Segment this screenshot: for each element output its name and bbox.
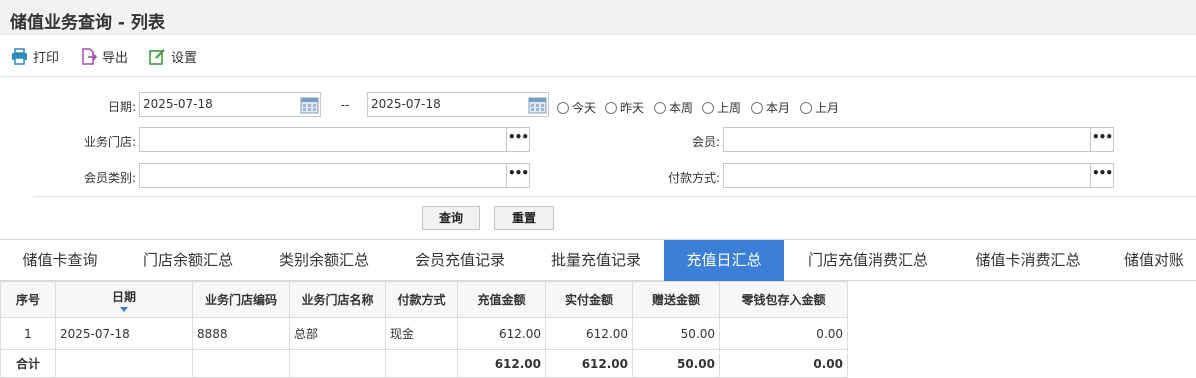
radio-circle[interactable] (751, 101, 763, 114)
total-bonus: 50.00 (632, 349, 720, 378)
radio-circle[interactable] (557, 101, 569, 114)
tab-daily-recharge[interactable]: 充值日汇总 (664, 240, 784, 281)
member-type-label: 会员类别: (83, 171, 136, 185)
radio-circle[interactable] (702, 101, 714, 114)
print-button[interactable]: 打印 (11, 46, 59, 66)
col-store-name: 业务门店名称 (289, 281, 386, 318)
total-cell (192, 349, 290, 378)
radio-label: 上周 (717, 101, 742, 115)
cell-paid: 612.00 (545, 317, 633, 350)
radio-today[interactable]: 今天 (557, 99, 596, 116)
total-cell (55, 349, 193, 378)
divider (34, 196, 1196, 197)
tab-card-query[interactable]: 储值卡查询 (0, 240, 120, 281)
data-table: 序号 日期 业务门店编码 业务门店名称 付款方式 充值金额 实付金额 赠送金额 … (0, 281, 848, 378)
radio-label: 本周 (669, 101, 694, 115)
col-index: 序号 (0, 281, 56, 318)
radio-label: 今天 (572, 101, 597, 115)
member-field[interactable]: ••• (723, 127, 1114, 152)
tab-reconciliation[interactable]: 储值对账 (1104, 240, 1196, 281)
radio-label: 昨天 (620, 101, 645, 115)
settings-label: 设置 (171, 50, 198, 66)
cell-wallet: 0.00 (719, 317, 848, 350)
col-store-code: 业务门店编码 (192, 281, 290, 318)
store-label: 业务门店: (83, 135, 136, 149)
calendar-icon[interactable] (300, 95, 319, 114)
radio-circle[interactable] (654, 101, 666, 114)
payment-label: 付款方式: (667, 171, 720, 185)
radio-label: 上月 (815, 101, 840, 115)
table-header-row: 序号 日期 业务门店编码 业务门店名称 付款方式 充值金额 实付金额 赠送金额 … (0, 281, 848, 318)
date-label: 日期: (107, 100, 136, 114)
cell-store-name: 总部 (289, 317, 386, 350)
member-label: 会员: (691, 135, 720, 149)
tab-store-balance[interactable]: 门店余额汇总 (120, 240, 256, 281)
tab-store-recharge-consume[interactable]: 门店充值消费汇总 (784, 240, 952, 281)
query-button[interactable]: 查询 (422, 206, 480, 230)
total-recharge: 612.00 (457, 349, 546, 378)
total-label: 合计 (0, 349, 56, 378)
col-recharge: 充值金额 (457, 281, 546, 318)
cell-date: 2025-07-18 (55, 317, 193, 350)
radio-last-month[interactable]: 上月 (800, 99, 839, 116)
col-payment: 付款方式 (385, 281, 458, 318)
title-bar: 储值业务查询 - 列表 (0, 0, 1196, 35)
table-row[interactable]: 1 2025-07-18 8888 总部 现金 612.00 612.00 50… (0, 317, 848, 350)
payment-field[interactable]: ••• (723, 163, 1114, 188)
radio-last-week[interactable]: 上周 (702, 99, 741, 116)
store-picker-button[interactable]: ••• (506, 128, 529, 151)
page-title: 储值业务查询 - 列表 (10, 13, 165, 33)
radio-yesterday[interactable]: 昨天 (605, 99, 644, 116)
member-type-field[interactable]: ••• (139, 163, 530, 188)
date-to-input[interactable]: 2025-07-18 (367, 92, 549, 117)
cell-payment: 现金 (385, 317, 458, 350)
store-field[interactable]: ••• (139, 127, 530, 152)
col-bonus: 赠送金额 (632, 281, 720, 318)
toolbar: 打印 导出 设置 (0, 35, 1196, 75)
cell-index: 1 (0, 317, 56, 350)
export-icon (82, 47, 97, 65)
export-label: 导出 (102, 50, 129, 66)
settings-button[interactable]: 设置 (149, 46, 197, 66)
member-picker-button[interactable]: ••• (1090, 128, 1113, 151)
radio-this-week[interactable]: 本周 (654, 99, 693, 116)
radio-this-month[interactable]: 本月 (751, 99, 790, 116)
tab-batch-recharge[interactable]: 批量充值记录 (528, 240, 664, 281)
col-wallet: 零钱包存入金额 (719, 281, 848, 318)
print-label: 打印 (33, 50, 60, 66)
date-from-input[interactable]: 2025-07-18 (139, 92, 321, 117)
tab-member-recharge[interactable]: 会员充值记录 (392, 240, 528, 281)
total-cell (385, 349, 458, 378)
total-wallet: 0.00 (719, 349, 848, 378)
table-total-row: 合计 612.00 612.00 50.00 0.00 (0, 349, 848, 378)
tab-bar: 储值卡查询 门店余额汇总 类别余额汇总 会员充值记录 批量充值记录 充值日汇总 … (0, 239, 1196, 281)
reset-button[interactable]: 重置 (494, 206, 554, 230)
cell-store-code: 8888 (192, 317, 290, 350)
cell-recharge: 612.00 (457, 317, 546, 350)
sort-desc-icon (120, 306, 128, 312)
cell-bonus: 50.00 (632, 317, 720, 350)
total-paid: 612.00 (545, 349, 633, 378)
col-paid: 实付金额 (545, 281, 633, 318)
col-date[interactable]: 日期 (55, 281, 193, 318)
calendar-icon[interactable] (528, 95, 547, 114)
date-separator: -- (340, 98, 350, 112)
radio-circle[interactable] (800, 101, 812, 114)
radio-circle[interactable] (605, 101, 617, 114)
date-from-value: 2025-07-18 (143, 97, 213, 111)
total-cell (289, 349, 386, 378)
printer-icon (12, 47, 27, 65)
payment-picker-button[interactable]: ••• (1090, 164, 1113, 187)
tab-card-consume[interactable]: 储值卡消费汇总 (952, 240, 1104, 281)
member-type-picker-button[interactable]: ••• (506, 164, 529, 187)
export-button[interactable]: 导出 (80, 46, 128, 66)
tab-category-balance[interactable]: 类别余额汇总 (256, 240, 392, 281)
radio-label: 本月 (766, 101, 791, 115)
date-to-value: 2025-07-18 (371, 97, 441, 111)
edit-icon (149, 48, 165, 65)
